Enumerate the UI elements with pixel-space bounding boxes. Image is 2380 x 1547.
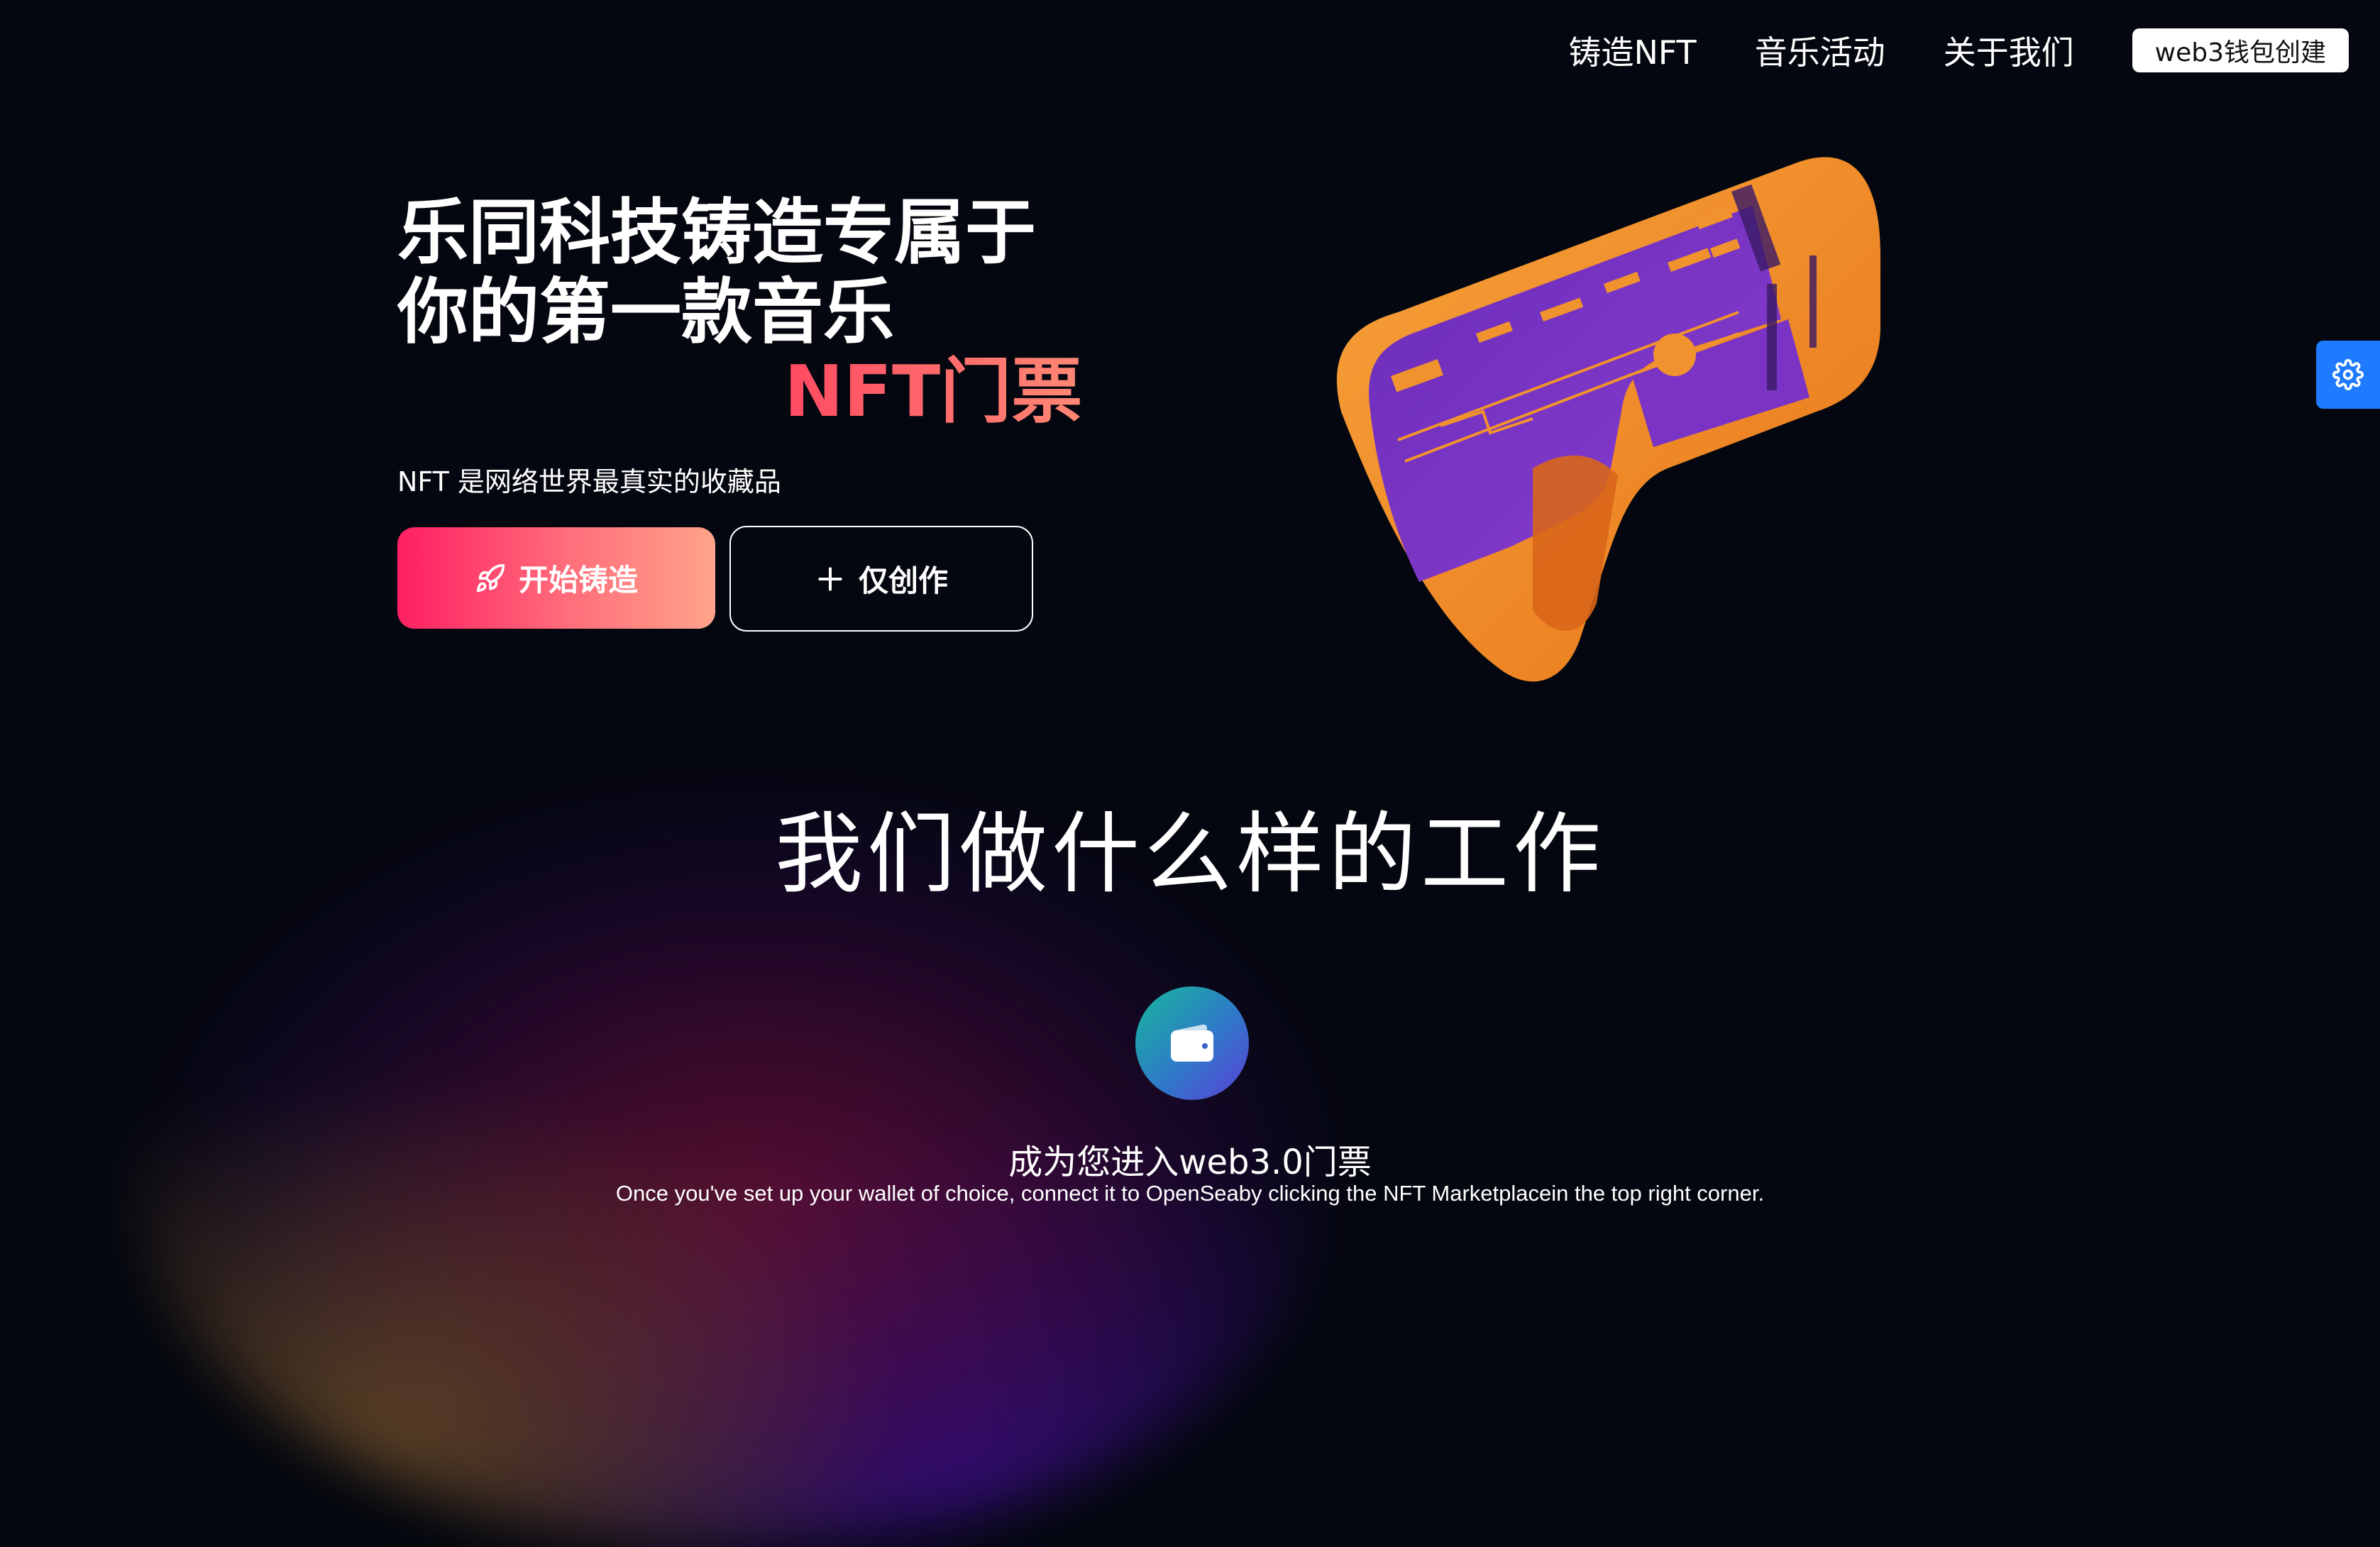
- rocket-icon: [476, 563, 505, 592]
- feature-title: 成为您进入web3.0门票: [1008, 1143, 1372, 1182]
- start-minting-button[interactable]: 开始铸造: [397, 527, 715, 629]
- nav-link-mint-nft[interactable]: 铸造NFT: [1568, 27, 1696, 74]
- feature-description: Once you've set up your wallet of choice…: [615, 1181, 1765, 1206]
- top-navigation: 铸造NFT 音乐活动 关于我们 web3钱包创建: [1568, 27, 2349, 74]
- nav-link-music-events[interactable]: 音乐活动: [1755, 27, 1885, 74]
- nft-ticket-illustration: [1336, 157, 1880, 682]
- gear-icon: [2332, 359, 2364, 390]
- plus-icon: [818, 566, 842, 591]
- create-only-button[interactable]: 仅创作: [729, 526, 1033, 632]
- create-only-label: 仅创作: [858, 563, 948, 598]
- hero-title-highlight: NFT门票: [784, 352, 1093, 431]
- wallet-create-button[interactable]: web3钱包创建: [2132, 28, 2349, 72]
- feature-icon-circle: [1135, 986, 1249, 1100]
- start-minting-label: 开始铸造: [518, 563, 638, 598]
- hero-subtitle: NFT 是网络世界最真实的收藏品: [397, 466, 781, 497]
- hero-title: 乐同科技铸造专属于 你的第一款音乐 NFT门票: [397, 193, 1093, 431]
- nav-link-about-us[interactable]: 关于我们: [1944, 27, 2074, 74]
- settings-tab[interactable]: [2316, 341, 2380, 409]
- section-title: 我们做什么样的工作: [774, 803, 1605, 905]
- wallet-icon: [1171, 1024, 1213, 1062]
- hero-title-line-2: 你的第一款音乐: [397, 270, 894, 353]
- hero-title-line-1: 乐同科技铸造专属于: [397, 191, 1036, 274]
